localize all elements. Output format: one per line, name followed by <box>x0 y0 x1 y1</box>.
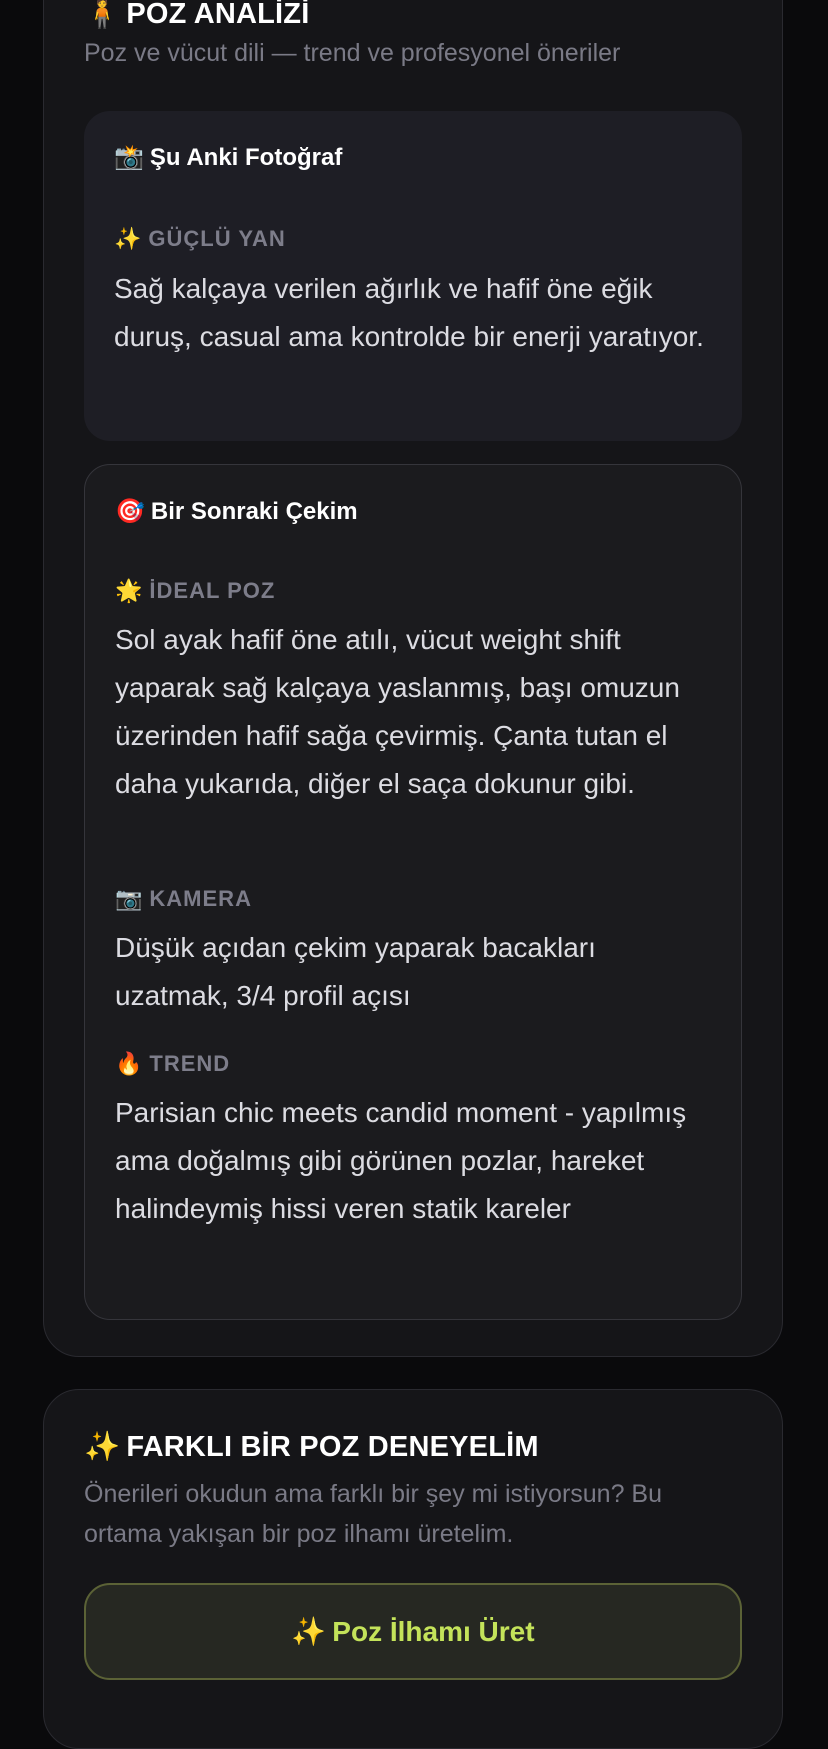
target-icon: 🎯 <box>115 498 145 525</box>
next-shot-card: 🎯 Bir Sonraki Çekim 🌟 İDEAL POZ Sol ayak h… <box>84 464 742 1320</box>
camera-label: 📷 KAMERA <box>115 886 252 911</box>
generate-button-label: Poz İlhamı Üret <box>332 1615 535 1647</box>
pose-analysis-subtitle: Poz ve vücut dili — trend ve profesyonel… <box>84 39 621 67</box>
sparkles-icon: ✨ <box>84 1431 121 1463</box>
ideal-pose-text: Sol ayak hafif öne atılı, vücut weight s… <box>115 624 680 799</box>
ideal-pose-label: 🌟 İDEAL POZ <box>115 578 276 603</box>
trend-label: 🔥 TREND <box>115 1051 231 1076</box>
camera-text: Düşük açıdan çekim yaparak bacakları uza… <box>115 932 596 1011</box>
try-different-pose-panel: ✨ FARKLI BİR POZ DENEYELİM Önerileri okud… <box>43 1389 783 1749</box>
try-different-pose-subtitle: Önerileri okudun ama farklı bir şey mi i… <box>84 1480 663 1548</box>
current-photo-card: 📸 Şu Anki Fotoğraf ✨ GÜÇLÜ YAN Sağ kalçaya… <box>84 111 742 441</box>
glowing-star-icon: 🌟 <box>115 578 144 603</box>
sparkles-icon: ✨ <box>291 1616 327 1647</box>
next-shot-title: 🎯 Bir Sonraki Çekim <box>115 498 358 525</box>
fire-icon: 🔥 <box>115 1051 144 1076</box>
generate-pose-inspiration-button[interactable]: ✨ Poz İlhamı Üret <box>84 1583 742 1680</box>
sparkles-icon: ✨ <box>114 226 143 251</box>
person-standing-icon: 🧍 <box>84 0 121 30</box>
pose-analysis-panel: 🧍 POZ ANALİZİ Poz ve vücut dili — trend v… <box>43 0 783 1357</box>
try-different-pose-title: ✨ FARKLI BİR POZ DENEYELİM <box>84 1431 539 1463</box>
camera-icon: 📷 <box>115 886 144 911</box>
strength-text: Sağ kalçaya verilen ağırlık ve hafif öne… <box>114 273 704 352</box>
camera-flash-icon: 📸 <box>114 144 144 171</box>
trend-text: Parisian chic meets candid moment - yapı… <box>115 1097 687 1224</box>
pose-analysis-title: 🧍 POZ ANALİZİ <box>84 0 309 31</box>
strength-label: ✨ GÜÇLÜ YAN <box>114 226 286 251</box>
current-photo-title: 📸 Şu Anki Fotoğraf <box>114 144 343 171</box>
